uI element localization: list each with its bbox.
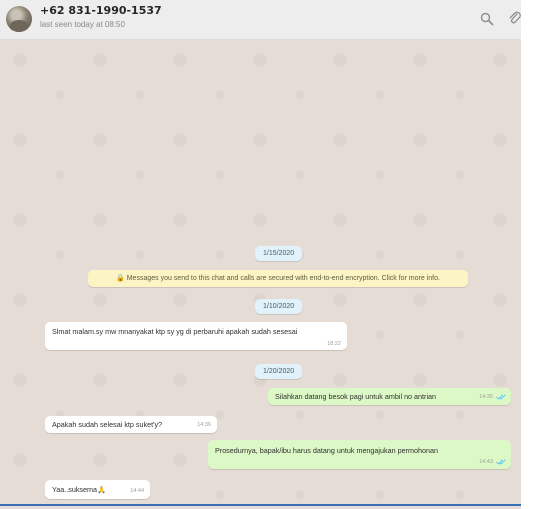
message-time: 14:43 — [479, 459, 493, 465]
message-time: 14:36 — [197, 422, 211, 428]
message-time: 14:44 — [130, 488, 144, 494]
message-bubble-incoming[interactable]: Slmat malam.sy mw mnanyakat ktp sy yg di… — [45, 322, 347, 350]
date-divider: 1/20/2020 — [255, 364, 303, 379]
read-ticks-icon — [496, 459, 506, 465]
message-time: 18:22 — [327, 341, 341, 347]
message-bubble-incoming[interactable]: Apakah sudah selesai ktp suket'y? 14:36 — [45, 416, 217, 433]
read-ticks-icon — [496, 394, 506, 400]
date-divider: 1/10/2020 — [255, 299, 303, 314]
message-time: 14:35 — [479, 394, 493, 400]
date-divider: 1/15/2020 — [255, 246, 303, 261]
last-seen-status: last seen today at 08:50 — [40, 20, 125, 29]
message-bubble-outgoing[interactable]: Silahkan datang besok pagi untuk ambil n… — [268, 388, 511, 405]
message-text: Yaa..suksema🙏 — [52, 485, 106, 494]
message-bubble-outgoing[interactable]: Prosedurnya, bapak/ibu harus datang untu… — [208, 440, 511, 469]
contact-name[interactable]: +62 831-1990-1537 — [40, 4, 162, 17]
whatsapp-window: +62 831-1990-1537 last seen today at 08:… — [0, 0, 521, 509]
message-list[interactable]: 1/15/2020 🔒 Messages you send to this ch… — [0, 40, 521, 509]
contact-avatar[interactable] — [6, 6, 32, 32]
paperclip-icon[interactable] — [508, 11, 521, 27]
search-icon[interactable] — [480, 12, 494, 26]
chat-header: +62 831-1990-1537 last seen today at 08:… — [0, 0, 521, 40]
encryption-notice[interactable]: 🔒 Messages you send to this chat and cal… — [88, 270, 468, 287]
message-bubble-incoming[interactable]: Yaa..suksema🙏 14:44 — [45, 480, 150, 499]
window-bottom-border — [0, 504, 521, 506]
message-text: Prosedurnya, bapak/ibu harus datang untu… — [215, 446, 438, 455]
message-text: Apakah sudah selesai ktp suket'y? — [52, 420, 163, 429]
message-text: Slmat malam.sy mw mnanyakat ktp sy yg di… — [52, 327, 298, 336]
message-text: Silahkan datang besok pagi untuk ambil n… — [275, 392, 437, 401]
